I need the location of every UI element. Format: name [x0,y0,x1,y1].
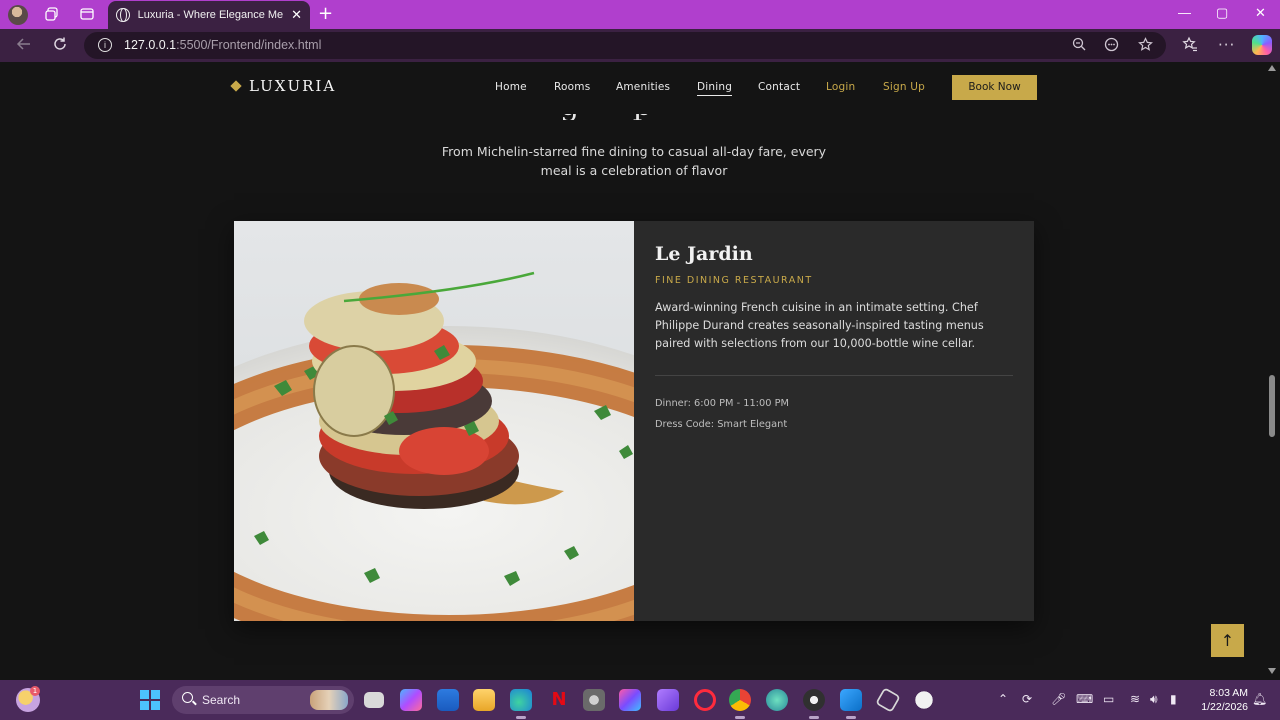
start-button[interactable] [140,690,160,710]
back-to-top-button[interactable]: ↑ [1211,624,1244,657]
visual-studio-icon[interactable] [657,689,679,711]
browser-tab-active[interactable]: Luxuria - Where Elegance Meets Luxury ✕ [108,1,310,29]
profile-avatar[interactable] [8,5,28,25]
nav-contact[interactable]: Contact [758,81,800,93]
opera-icon[interactable] [694,689,716,711]
back-arrow-icon[interactable] [16,36,32,56]
widgets-badge: 1 [30,686,40,696]
microphone-icon[interactable]: 🎤︎ [1051,692,1066,706]
restaurant-dress-code: Dress Code: Smart Elegant [655,419,788,430]
nav-rooms[interactable]: Rooms [554,81,590,93]
diamond-icon [230,80,242,92]
dining-intro-text: From Michelin-starred fine dining to cas… [441,144,827,178]
scroll-up-arrow-icon[interactable] [1268,65,1276,71]
restaurant-hours: Dinner: 6:00 PM - 11:00 PM [655,398,789,409]
sync-icon[interactable]: ⟳ [1022,692,1032,706]
zoom-icon[interactable] [1072,37,1086,55]
address-bar[interactable]: i 127.0.0.1:5500/Frontend/index.html [84,32,1166,59]
workspaces-icon[interactable] [44,6,60,22]
m365-icon[interactable] [619,689,641,711]
netflix-icon[interactable]: N [548,689,570,711]
restaurant-type: FINE DINING RESTAURANT [655,275,813,286]
site-navbar: LUXURIA Home Rooms Amenities Dining Cont… [0,62,1264,114]
windows-taskbar: 1 Search N ⌃ ⟳ 🎤︎ ⌨ ▭ ≋ 🔊︎ ▮ 8:03 AM 1/2… [0,680,1280,720]
github-icon[interactable] [913,689,935,711]
restaurant-name: Le Jardin [655,243,753,265]
favorite-star-icon[interactable] [1138,37,1153,56]
battery-icon[interactable]: ▮ [1170,692,1177,706]
close-window-button[interactable]: ✕ [1255,5,1266,21]
logo-text: LUXURIA [249,77,337,95]
browser-tab-bar: Luxuria - Where Elegance Meets Luxury ✕ … [0,0,1280,29]
nav-home[interactable]: Home [495,81,527,93]
clock-time: 8:03 AM [1209,687,1248,699]
nav-dining[interactable]: Dining [697,81,733,96]
restaurant-food-image [234,221,634,621]
copilot-app-icon[interactable] [400,689,422,711]
display-icon[interactable]: ▭ [1103,692,1114,706]
task-view-icon[interactable] [364,692,384,708]
nav-login[interactable]: Login [826,81,855,93]
scroll-down-arrow-icon[interactable] [1268,668,1276,674]
chrome-icon[interactable] [729,689,751,719]
url-path: :5500/Frontend/index.html [176,38,322,52]
vscode-icon[interactable] [840,689,862,719]
maximize-button[interactable]: ▢ [1216,5,1228,21]
new-tab-button[interactable]: + [318,4,333,24]
page-viewport: LUXURIA Home Rooms Amenities Dining Cont… [0,62,1264,680]
tab-actions-icon[interactable] [79,6,95,22]
page-scrollbar[interactable] [1264,62,1280,680]
file-explorer-icon[interactable] [473,689,495,711]
volume-icon[interactable]: 🔊︎ [1150,692,1158,707]
tray-chevron-icon[interactable]: ⌃ [998,692,1008,706]
section-heading-partial: g p [560,114,680,120]
search-highlight-image [310,690,348,710]
clock-date: 1/22/2026 [1201,701,1248,713]
tab-title: Luxuria - Where Elegance Meets Luxury [137,9,284,21]
taskbar-search-box[interactable]: Search [172,686,354,714]
copilot-icon[interactable] [1252,35,1272,55]
search-icon [182,692,193,703]
site-info-icon[interactable]: i [98,38,112,52]
tab-close-icon[interactable]: ✕ [291,8,302,23]
unity-icon[interactable] [875,687,901,713]
browser-toolbar: i 127.0.0.1:5500/Frontend/index.html ··· [0,29,1280,62]
nav-signup[interactable]: Sign Up [883,81,925,93]
more-tools-icon[interactable] [1104,37,1119,56]
scroll-thumb[interactable] [1269,375,1275,437]
store-icon[interactable] [437,689,459,711]
url-host: 127.0.0.1 [124,38,177,52]
reload-icon[interactable] [52,36,68,56]
url-text[interactable]: 127.0.0.1:5500/Frontend/index.html [124,38,321,52]
nav-amenities[interactable]: Amenities [616,81,670,93]
divider [655,375,1013,376]
restaurant-description: Award-winning French cuisine in an intim… [655,301,984,350]
globe-icon [116,8,130,22]
settings-gear-icon[interactable] [583,689,605,711]
book-now-button[interactable]: Book Now [952,75,1037,100]
search-label: Search [202,693,241,707]
restaurant-card: Le Jardin FINE DINING RESTAURANT Award-w… [234,221,1034,621]
globe-app-icon[interactable] [766,689,788,711]
favorites-icon[interactable] [1182,36,1198,56]
wifi-icon[interactable]: ≋ [1130,692,1140,706]
obs-icon[interactable] [803,689,825,719]
system-clock[interactable]: 8:03 AM 1/22/2026 [1196,686,1248,714]
notifications-bell-icon[interactable]: 🔔︎ [1252,692,1267,706]
settings-more-icon[interactable]: ··· [1218,36,1235,54]
keyboard-icon[interactable]: ⌨ [1076,692,1093,706]
site-logo[interactable]: LUXURIA [230,77,337,95]
minimize-button[interactable]: — [1178,5,1191,20]
edge-icon[interactable] [510,689,532,719]
